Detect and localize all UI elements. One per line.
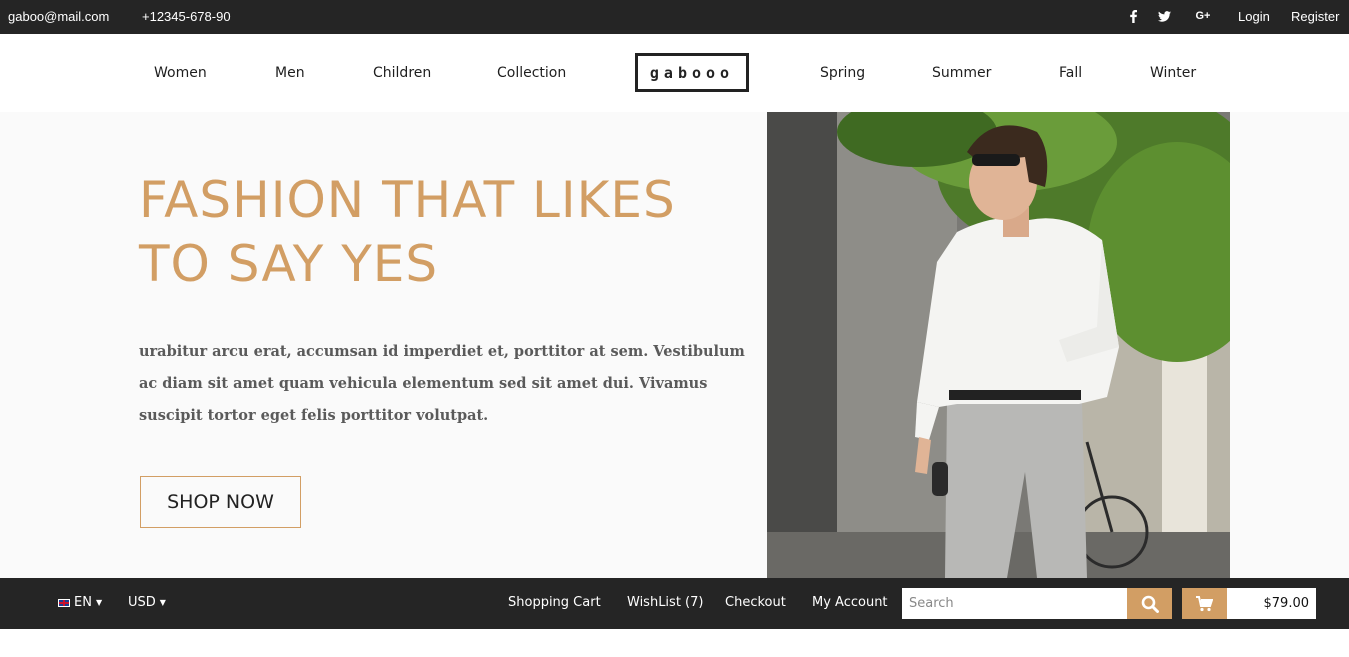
facebook-icon[interactable] [1125,8,1141,24]
nav-item-winter[interactable]: Winter [1150,65,1196,81]
language-label: EN [74,595,92,610]
nav-item-summer[interactable]: Summer [932,65,991,81]
cart-icon [1196,595,1213,611]
register-link[interactable]: Register [1291,9,1339,24]
caret-down-icon: ▼ [159,598,166,607]
cart-button[interactable] [1182,588,1227,619]
wishlist-link[interactable]: WishList (7) [627,595,703,610]
top-bar: gaboo@mail.com +12345-678-90 G+ Login Re… [0,0,1349,34]
currency-selector[interactable]: USD ▼ [128,595,166,610]
login-link[interactable]: Login [1238,9,1270,24]
nav-item-women[interactable]: Women [154,65,207,81]
nav-item-spring[interactable]: Spring [820,65,865,81]
hero-photo [767,112,1230,578]
contact-email: gaboo@mail.com [8,9,110,24]
hero-section: FASHION THAT LIKES TO SAY YES urabitur a… [0,112,1349,578]
main-nav: Women Men Children Collection gabooo Spr… [0,34,1349,112]
search-icon [1141,595,1159,613]
language-selector[interactable]: EN ▼ [58,595,102,610]
shop-now-button[interactable]: SHOP NOW [140,476,301,528]
caret-down-icon: ▼ [95,598,103,607]
hero-headline: FASHION THAT LIKES TO SAY YES [139,171,676,293]
site-logo[interactable]: gabooo [635,53,749,92]
search-button[interactable] [1127,588,1172,619]
cart-total[interactable]: $79.00 [1227,588,1316,619]
my-account-link[interactable]: My Account [812,595,888,610]
hero-description: urabitur arcu erat, accumsan id imperdie… [139,343,745,424]
shopping-cart-link[interactable]: Shopping Cart [508,595,601,610]
flag-uk-icon [58,598,70,607]
twitter-icon[interactable] [1156,8,1172,24]
nav-item-fall[interactable]: Fall [1059,65,1082,81]
nav-item-collection[interactable]: Collection [497,65,566,81]
currency-label: USD [128,595,156,610]
googleplus-icon[interactable]: G+ [1193,8,1213,24]
checkout-link[interactable]: Checkout [725,595,786,610]
bottom-bar: EN ▼ USD ▼ Shopping Cart WishList (7) Ch… [0,578,1349,629]
search-input[interactable] [902,588,1128,619]
nav-item-children[interactable]: Children [373,65,431,81]
contact-phone: +12345-678-90 [142,9,231,24]
nav-item-men[interactable]: Men [275,65,305,81]
